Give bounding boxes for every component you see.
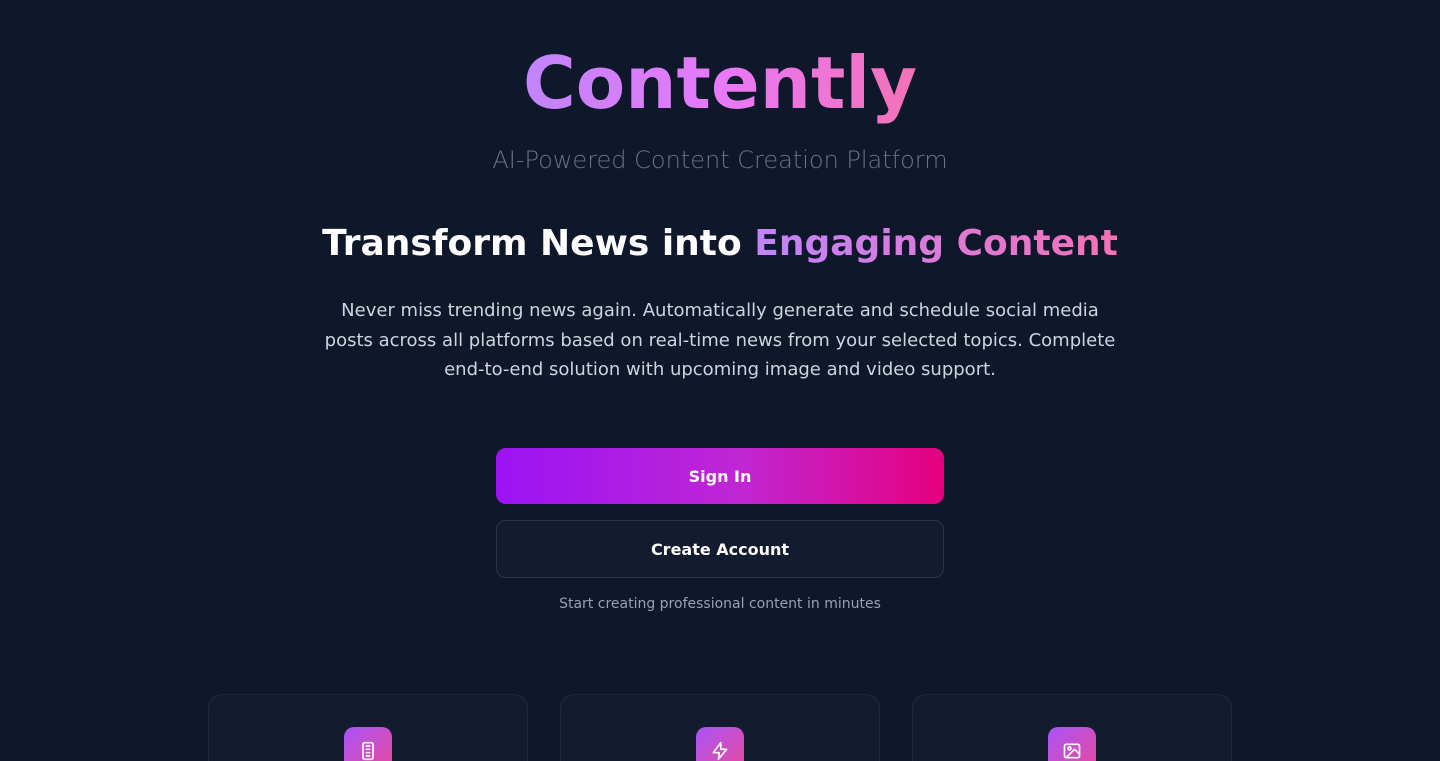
hero-headline-plain: Transform News into [322, 223, 755, 264]
lightning-icon [696, 727, 744, 761]
brand-name: Contently [522, 41, 918, 125]
sign-in-button[interactable]: Sign In [496, 448, 944, 504]
feature-card [208, 694, 528, 761]
brand-logo: Contently [0, 40, 1440, 126]
landing-page: Contently AI-Powered Content Creation Pl… [0, 0, 1440, 761]
feature-card [912, 694, 1232, 761]
create-account-button[interactable]: Create Account [496, 520, 944, 578]
feature-card [560, 694, 880, 761]
signup-subnote: Start creating professional content in m… [559, 596, 881, 612]
create-account-label: Create Account [650, 539, 790, 559]
image-icon [1048, 727, 1096, 761]
brand-tagline: AI-Powered Content Creation Platform [492, 146, 948, 174]
smartphone-icon [344, 727, 392, 761]
hero-description: Never miss trending news again. Automati… [324, 300, 1116, 380]
hero-headline-accent: Engaging Content [754, 223, 1118, 264]
hero-headline: Transform News into Engaging Content [0, 222, 1440, 266]
sign-in-label: Sign In [688, 466, 752, 486]
